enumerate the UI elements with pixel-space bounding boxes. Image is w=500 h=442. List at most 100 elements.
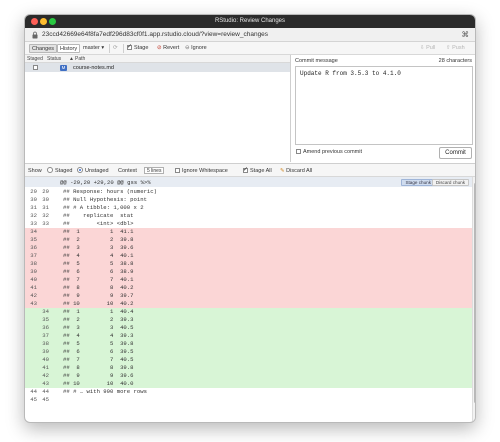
diff-line-context[interactable]: 44 44 ## # … with 990 more rows bbox=[25, 388, 472, 396]
diff-line-added[interactable]: 43 ## 10 10 40.0 bbox=[25, 380, 472, 388]
diff-line-added[interactable]: 37 ## 4 4 39.3 bbox=[25, 332, 472, 340]
diff-view: @@ -29,20 +29,20 @@ gss %>% Stage chunk … bbox=[25, 177, 472, 422]
unstaged-radio-label: Unstaged bbox=[85, 168, 109, 174]
new-line-number: 41 bbox=[42, 364, 49, 371]
stage-button[interactable]: Stage bbox=[127, 43, 149, 53]
commit-pane: Commit message 28 characters Update R fr… bbox=[292, 55, 475, 162]
diff-line-removed[interactable]: 36 ## 3 3 39.6 bbox=[25, 244, 472, 252]
scrollbar-thumb[interactable] bbox=[474, 183, 475, 403]
ignore-whitespace-label: Ignore Whitespace bbox=[182, 168, 228, 174]
amend-label: Amend previous commit bbox=[303, 149, 362, 155]
staged-radio[interactable]: Staged bbox=[47, 167, 72, 175]
file-row[interactable]: M course-notes.md bbox=[25, 63, 290, 72]
new-line-number: 29 bbox=[42, 188, 49, 195]
code-text: ## 8 8 40.2 bbox=[63, 284, 134, 291]
diff-line-context[interactable]: 45 45 bbox=[25, 396, 472, 404]
diff-line-context[interactable]: 32 32 ## replicate stat bbox=[25, 212, 472, 220]
staged-checkbox[interactable] bbox=[33, 65, 38, 70]
diff-line-added[interactable]: 39 ## 6 6 39.5 bbox=[25, 348, 472, 356]
old-line-number: 30 bbox=[30, 196, 37, 203]
show-label: Show bbox=[28, 168, 42, 174]
code-text: ## 5 5 38.8 bbox=[63, 260, 134, 267]
diff-line-removed[interactable]: 41 ## 8 8 40.2 bbox=[25, 284, 472, 292]
new-line-number: 37 bbox=[42, 332, 49, 339]
discard-all-label: Discard All bbox=[286, 168, 313, 174]
old-line-number: 35 bbox=[30, 236, 37, 243]
staged-column-header[interactable]: Staged bbox=[27, 56, 43, 62]
toolbar-divider bbox=[123, 44, 124, 53]
review-toolbar: Changes History master ▾ ⟳ Stage ⊘ Rever… bbox=[25, 42, 475, 55]
code-text: ## 10 10 40.2 bbox=[63, 300, 134, 307]
diff-line-removed[interactable]: 40 ## 7 7 40.1 bbox=[25, 276, 472, 284]
diff-line-added[interactable]: 36 ## 3 3 40.5 bbox=[25, 324, 472, 332]
code-text: ## # A tibble: 1,000 x 2 bbox=[63, 204, 144, 211]
diff-line-removed[interactable]: 35 ## 2 2 39.8 bbox=[25, 236, 472, 244]
old-line-number: 43 bbox=[30, 300, 37, 307]
diff-line-removed[interactable]: 42 ## 9 9 39.7 bbox=[25, 292, 472, 300]
new-line-number: 43 bbox=[42, 380, 49, 387]
amend-checkbox[interactable]: Amend previous commit bbox=[296, 149, 362, 155]
diff-line-removed[interactable]: 43 ## 10 10 40.2 bbox=[25, 300, 472, 308]
path-column-header[interactable]: Path bbox=[75, 56, 85, 62]
commit-button[interactable]: Commit bbox=[439, 147, 472, 159]
diff-line-context[interactable]: 31 31 ## # A tibble: 1,000 x 2 bbox=[25, 204, 472, 212]
history-tab[interactable]: History bbox=[57, 44, 81, 53]
diff-line-context[interactable]: 33 33 ## <int> <dbl> bbox=[25, 220, 472, 228]
url-text[interactable]: 23ccd42669e64f8fa7edf296d83cf0f1.app.rst… bbox=[42, 31, 268, 38]
status-column-header[interactable]: Status bbox=[47, 56, 61, 62]
old-line-number: 44 bbox=[30, 388, 37, 395]
command-icon[interactable]: ⌘ bbox=[462, 30, 470, 39]
diff-line-context[interactable]: 29 29 ## Response: hours (numeric) bbox=[25, 188, 472, 196]
diff-line-added[interactable]: 42 ## 9 9 39.6 bbox=[25, 372, 472, 380]
diff-line-added[interactable]: 35 ## 2 2 39.3 bbox=[25, 316, 472, 324]
push-label: Push bbox=[452, 45, 465, 51]
new-line-number: 40 bbox=[42, 356, 49, 363]
staged-radio-label: Staged bbox=[55, 168, 73, 174]
pull-button[interactable]: ⇩ Pull bbox=[420, 44, 435, 53]
branch-selector[interactable]: master ▾ bbox=[83, 44, 104, 53]
code-text: ## 6 6 38.9 bbox=[63, 268, 134, 275]
context-select[interactable]: 5 lines bbox=[144, 167, 165, 175]
file-path[interactable]: course-notes.md bbox=[73, 65, 114, 71]
new-line-number: 35 bbox=[42, 316, 49, 323]
new-line-number: 38 bbox=[42, 340, 49, 347]
push-button[interactable]: ⇧ Push bbox=[446, 44, 465, 53]
code-text: ## 7 7 40.5 bbox=[63, 356, 134, 363]
diff-line-removed[interactable]: 37 ## 4 4 40.1 bbox=[25, 252, 472, 260]
code-text: ## 7 7 40.1 bbox=[63, 276, 134, 283]
old-line-number: 37 bbox=[30, 252, 37, 259]
old-line-number: 29 bbox=[30, 188, 37, 195]
diff-line-removed[interactable]: 34 ## 1 1 41.1 bbox=[25, 228, 472, 236]
changes-tab[interactable]: Changes bbox=[29, 44, 58, 53]
diff-line-removed[interactable]: 39 ## 6 6 38.9 bbox=[25, 268, 472, 276]
diff-line-added[interactable]: 41 ## 8 8 39.8 bbox=[25, 364, 472, 372]
revert-icon: ⊘ bbox=[157, 45, 162, 51]
refresh-icon[interactable]: ⟳ bbox=[113, 44, 118, 53]
stage-chunk-button[interactable]: Stage chunk bbox=[401, 178, 435, 186]
browser-window: RStudio: Review Changes 23ccd42669e64f8f… bbox=[24, 14, 476, 423]
diff-line-context[interactable]: 30 30 ## Null Hypothesis: point bbox=[25, 196, 472, 204]
character-count: 28 characters bbox=[438, 58, 472, 64]
commit-message-input[interactable]: Update R from 3.5.3 to 4.1.0 bbox=[295, 66, 473, 145]
diff-line-added[interactable]: 40 ## 7 7 40.5 bbox=[25, 356, 472, 364]
diff-line-added[interactable]: 38 ## 5 5 39.8 bbox=[25, 340, 472, 348]
stage-label: Stage bbox=[134, 45, 149, 51]
address-bar[interactable]: 23ccd42669e64f8fa7edf296d83cf0f1.app.rst… bbox=[25, 28, 475, 42]
code-text: ## 5 5 39.8 bbox=[63, 340, 134, 347]
diff-line-removed[interactable]: 38 ## 5 5 38.8 bbox=[25, 260, 472, 268]
revert-button[interactable]: ⊘ Revert bbox=[157, 44, 179, 53]
code-text: ## 9 9 39.6 bbox=[63, 372, 134, 379]
discard-chunk-button[interactable]: Discard chunk bbox=[431, 178, 469, 186]
unstaged-radio[interactable]: Unstaged bbox=[77, 167, 109, 175]
ignore-button[interactable]: ⊖ Ignore bbox=[185, 44, 207, 53]
discard-all-button[interactable]: ✎ Discard All bbox=[280, 167, 312, 175]
stage-all-button[interactable]: Stage All bbox=[243, 166, 272, 175]
diff-scrollbar[interactable] bbox=[472, 177, 475, 422]
new-line-number: 33 bbox=[42, 220, 49, 227]
changed-files-pane: Staged Status ▲ Path M course-notes.md bbox=[25, 55, 291, 162]
ignore-whitespace-checkbox[interactable]: Ignore Whitespace bbox=[175, 167, 228, 175]
code-text: ## 2 2 39.3 bbox=[63, 316, 134, 323]
diff-line-added[interactable]: 34 ## 1 1 40.4 bbox=[25, 308, 472, 316]
new-line-number: 30 bbox=[42, 196, 49, 203]
staged-radio-dot bbox=[47, 167, 53, 173]
